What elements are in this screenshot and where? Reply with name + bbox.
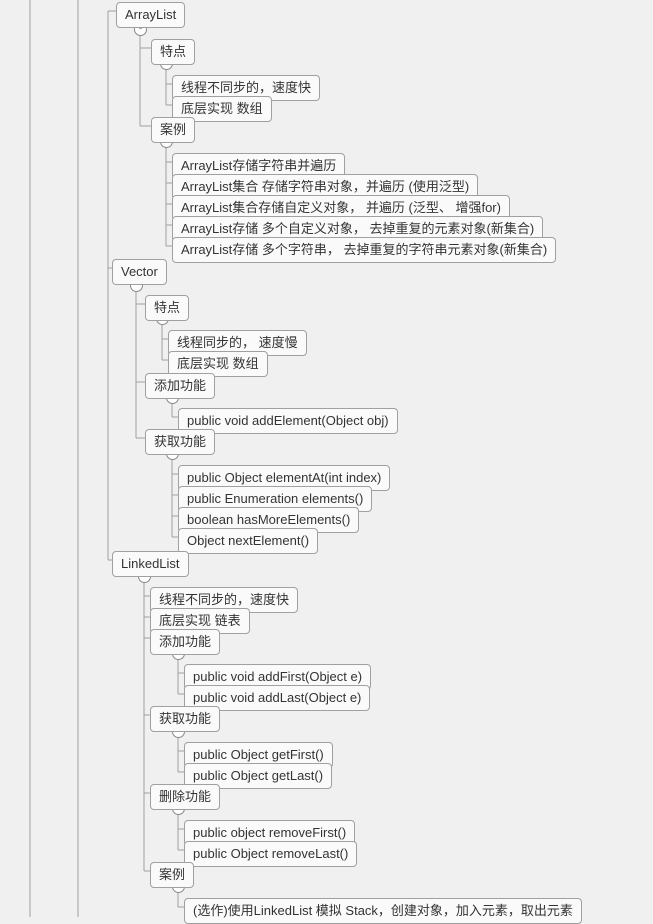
node-vector-get[interactable]: 获取功能 xyxy=(145,429,215,455)
mindmap-canvas: - - - - - - - - - - - - ArrayList 特点 线程不… xyxy=(0,0,653,917)
node-arraylist[interactable]: ArrayList xyxy=(116,2,185,28)
node-leaf[interactable]: (选作)使用LinkedList 模拟 Stack，创建对象，加入元素，取出元素 xyxy=(184,898,582,924)
node-linkedlist[interactable]: LinkedList xyxy=(112,551,189,577)
node-arraylist-features[interactable]: 特点 xyxy=(151,39,195,65)
node-leaf[interactable]: public Object removeLast() xyxy=(184,841,357,867)
node-linkedlist-get[interactable]: 获取功能 xyxy=(150,706,220,732)
node-vector[interactable]: Vector xyxy=(112,259,167,285)
node-leaf[interactable]: ArrayList存储 多个字符串， 去掉重复的字符串元素对象(新集合) xyxy=(172,237,556,263)
node-vector-add[interactable]: 添加功能 xyxy=(145,373,215,399)
node-linkedlist-remove[interactable]: 删除功能 xyxy=(150,784,220,810)
node-vector-features[interactable]: 特点 xyxy=(145,295,189,321)
node-linkedlist-add[interactable]: 添加功能 xyxy=(150,629,220,655)
node-leaf[interactable]: Object nextElement() xyxy=(178,528,318,554)
node-arraylist-cases[interactable]: 案例 xyxy=(151,117,195,143)
node-linkedlist-cases[interactable]: 案例 xyxy=(150,862,194,888)
